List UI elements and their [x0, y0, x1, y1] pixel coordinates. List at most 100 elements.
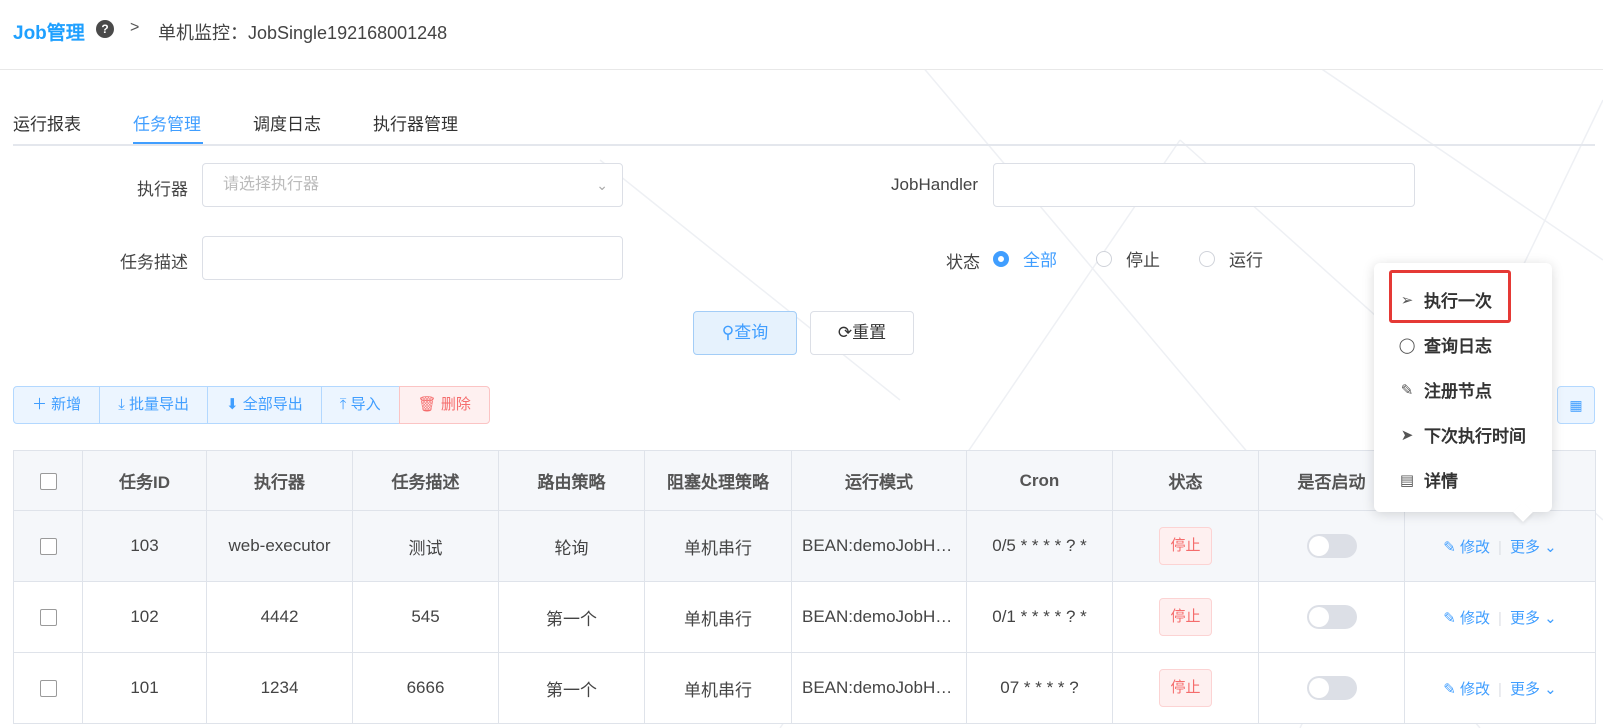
action-divider: | [1498, 680, 1502, 698]
select-all-cell [13, 450, 83, 511]
tab-report[interactable]: 运行报表 [13, 110, 81, 146]
edit-icon: ✎ [1443, 680, 1461, 698]
enable-toggle[interactable] [1306, 676, 1357, 700]
chevron-down-icon[interactable]: ⌄ [1540, 539, 1557, 556]
query-button-label: 查询 [734, 323, 769, 342]
chevron-down-icon[interactable]: ⌄ [1540, 681, 1557, 698]
export-all-button[interactable]: ⬇ 全部导出 [207, 386, 322, 424]
header-executor: 执行器 [206, 450, 353, 511]
paper-plane-icon: ➤ [1400, 426, 1414, 444]
query-button[interactable]: ⚲查询 [693, 311, 797, 355]
menu-item-details[interactable]: ▤ 详情 [1398, 467, 1458, 492]
tab-task-management[interactable]: 任务管理 [133, 110, 201, 146]
action-divider: | [1498, 609, 1502, 627]
cell-block-strategy: 单机串行 [644, 510, 792, 582]
cell-cron: 0/1 * * * * ? * [966, 581, 1113, 653]
menu-item-register-node-label: 注册节点 [1424, 382, 1492, 401]
row-select-cell [13, 510, 83, 582]
brand-title[interactable]: Job管理 [13, 18, 85, 45]
jobhandler-input[interactable] [993, 163, 1415, 207]
radio-dot [993, 250, 1009, 267]
executor-label: 执行器 [137, 180, 188, 199]
import-label: 导入 [350, 396, 381, 413]
tab-executor-management[interactable]: 执行器管理 [373, 110, 458, 146]
reset-button-label: 重置 [852, 323, 887, 342]
row-select-cell [13, 581, 83, 653]
menu-item-register-node[interactable]: ✎ 注册节点 [1398, 377, 1492, 402]
cell-status: 停止 [1112, 581, 1259, 653]
menu-item-next-run-time-label: 下次执行时间 [1424, 427, 1526, 446]
toggle-knob [1308, 678, 1329, 698]
table-row: 102 4442 545 第一个 单机串行 BEAN:demoJobHandle… [13, 581, 1596, 653]
menu-item-run-once[interactable]: ➢ 执行一次 [1398, 287, 1492, 312]
menu-item-query-log[interactable]: ◯ 查询日志 [1398, 332, 1492, 357]
header-task-id: 任务ID [82, 450, 207, 511]
import-button[interactable]: ⤒ 导入 [320, 386, 400, 424]
tab-bar: 运行报表 任务管理 调度日志 执行器管理 [13, 104, 1595, 146]
enable-toggle[interactable] [1306, 534, 1357, 558]
status-radio-run-label: 运行 [1229, 251, 1263, 270]
status-radio-all[interactable]: 全部 [993, 246, 1057, 271]
more-link[interactable]: 更多 [1510, 539, 1540, 556]
executor-select[interactable]: 请选择执行器 ⌄ [202, 163, 623, 207]
status-radio-stop[interactable]: 停止 [1096, 246, 1160, 271]
cell-executor: web-executor [206, 510, 353, 582]
cell-route: 第一个 [498, 581, 645, 653]
enable-toggle[interactable] [1306, 605, 1357, 629]
cell-enabled [1258, 652, 1405, 724]
select-all-checkbox[interactable] [39, 472, 57, 490]
cell-executor: 1234 [206, 652, 353, 724]
task-desc-input[interactable] [202, 236, 623, 280]
row-checkbox[interactable] [39, 680, 57, 698]
edit-link[interactable]: 修改 [1460, 539, 1490, 556]
status-badge: 停止 [1159, 527, 1212, 565]
status-radio-run[interactable]: 运行 [1199, 246, 1263, 271]
cell-actions: ✎ 修改 | 更多 ⌄ [1404, 510, 1596, 582]
plus-icon: ＋ [32, 396, 52, 413]
cell-run-mode: BEAN:demoJobHandler [791, 652, 967, 724]
edit-link[interactable]: 修改 [1460, 681, 1490, 698]
help-icon[interactable]: ? [96, 20, 114, 38]
cell-block-strategy: 单机串行 [644, 581, 792, 653]
tab-dispatch-log[interactable]: 调度日志 [253, 110, 321, 146]
action-toolbar: ＋ 新增 ⤓ 批量导出 ⬇ 全部导出 ⤒ 导入 🗑 删除 [13, 386, 490, 424]
batch-export-label: 批量导出 [129, 396, 190, 413]
download-icon: ⤓ [118, 396, 129, 413]
cell-route: 第一个 [498, 652, 645, 724]
cell-run-mode: BEAN:demoJobHandler [791, 581, 967, 653]
grid-icon: ▦ [1569, 397, 1583, 413]
menu-item-next-run-time[interactable]: ➤ 下次执行时间 [1398, 422, 1526, 447]
menu-item-query-log-label: 查询日志 [1424, 337, 1492, 356]
header-route: 路由策略 [498, 450, 645, 511]
cell-cron: 07 * * * * ? [966, 652, 1113, 724]
cell-task-id: 102 [82, 581, 207, 653]
add-button-label: 新增 [51, 396, 82, 413]
cell-enabled [1258, 581, 1405, 653]
column-settings-button[interactable]: ▦ [1557, 386, 1595, 424]
cell-task-desc: 测试 [352, 510, 499, 582]
chevron-right-icon: > [130, 19, 140, 36]
toggle-knob [1308, 607, 1329, 627]
more-link[interactable]: 更多 [1510, 610, 1540, 627]
delete-button[interactable]: 🗑 删除 [398, 386, 490, 424]
action-divider: | [1498, 538, 1502, 556]
edit-link[interactable]: 修改 [1460, 610, 1490, 627]
search-icon: ⚲ [721, 323, 735, 342]
row-checkbox[interactable] [39, 609, 57, 627]
reset-button[interactable]: ⟳重置 [810, 311, 914, 355]
export-all-label: 全部导出 [242, 396, 303, 413]
add-button[interactable]: ＋ 新增 [13, 386, 101, 424]
edit-icon: ✎ [1443, 538, 1461, 556]
edit-icon: ✎ [1400, 381, 1414, 399]
cell-cron: 0/5 * * * * ? * [966, 510, 1113, 582]
table-row: 101 1234 6666 第一个 单机串行 BEAN:demoJobHandl… [13, 652, 1596, 724]
download-solid-icon: ⬇ [226, 396, 243, 413]
batch-export-button[interactable]: ⤓ 批量导出 [99, 386, 209, 424]
row-checkbox[interactable] [39, 538, 57, 556]
delete-label: 删除 [440, 396, 471, 413]
edit-icon: ✎ [1443, 609, 1461, 627]
more-link[interactable]: 更多 [1510, 681, 1540, 698]
chevron-down-icon[interactable]: ⌄ [1540, 610, 1557, 627]
more-actions-dropdown: ➢ 执行一次 ◯ 查询日志 ✎ 注册节点 ➤ 下次执行时间 ▤ 详情 [1374, 263, 1552, 522]
header-run-mode: 运行模式 [791, 450, 967, 511]
